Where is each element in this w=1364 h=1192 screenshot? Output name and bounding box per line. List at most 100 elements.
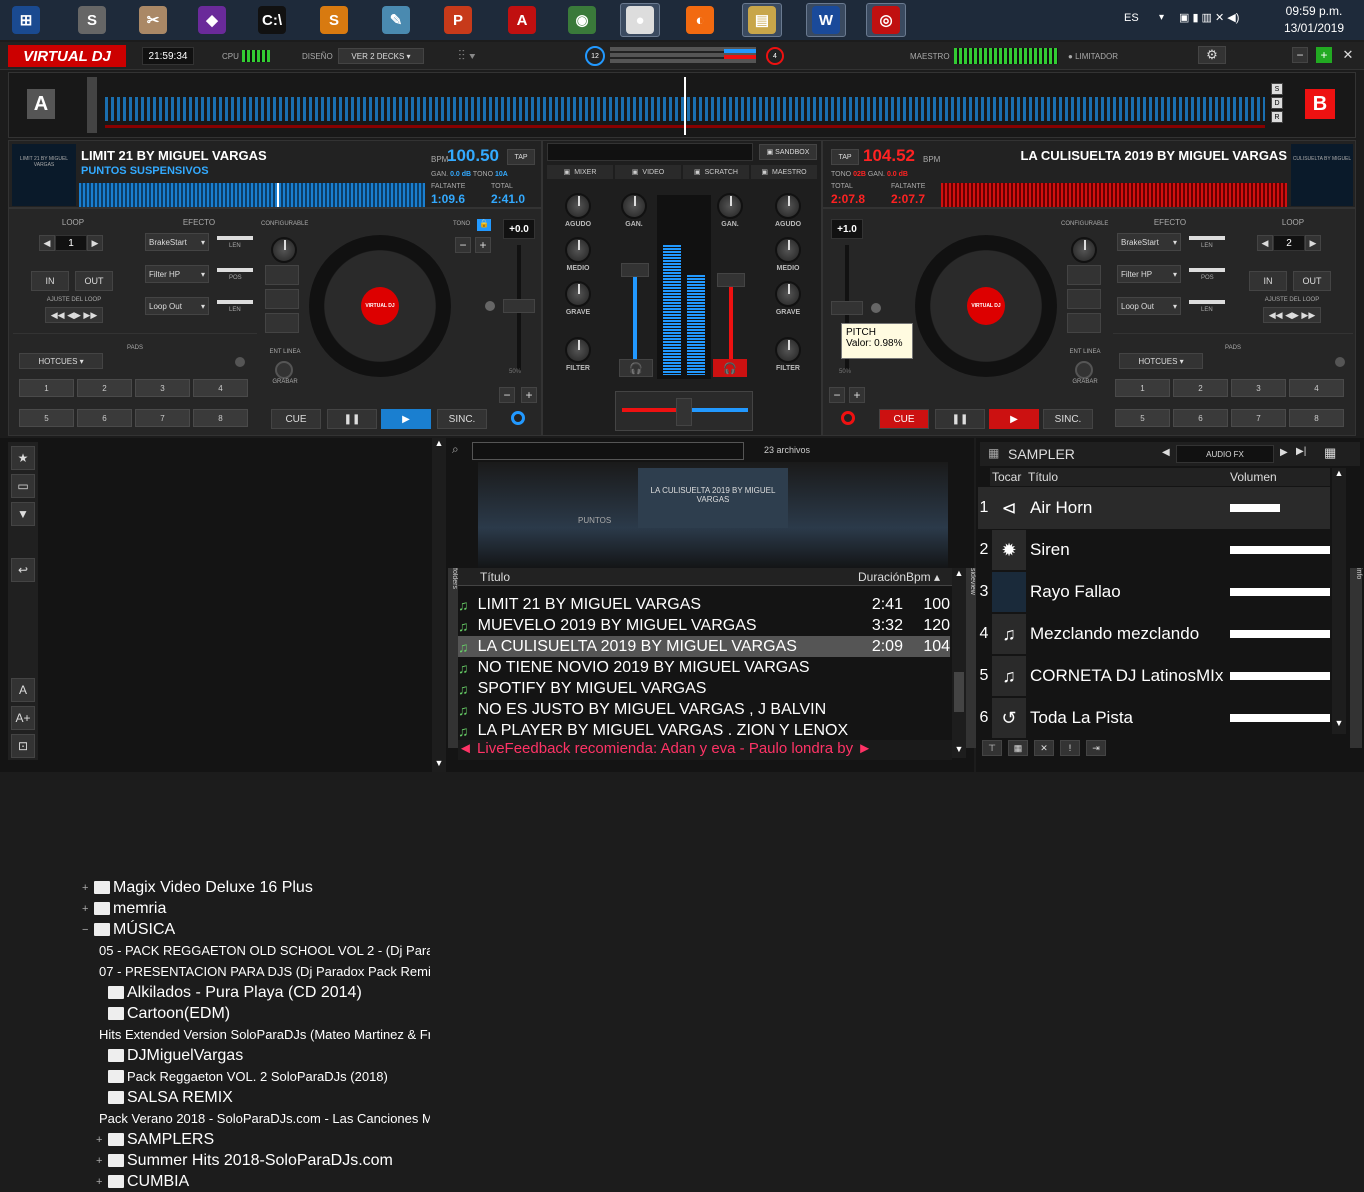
expand-icon[interactable]: + <box>82 882 94 894</box>
sampler-volume-bar[interactable] <box>1230 588 1330 596</box>
deck-a-play-button[interactable]: ▶ <box>381 409 431 429</box>
deck-b-effect-3-slider[interactable] <box>1189 300 1225 304</box>
deck-a-hotcues-dropdown[interactable]: HOTCUES ▾ <box>19 353 103 369</box>
cover-flow[interactable]: LA CULISUELTA 2019 BY MIGUEL VARGAS PUNT… <box>478 462 948 572</box>
deck-a-pads-option-icon[interactable] <box>235 357 245 367</box>
sampler-bank-selector[interactable]: AUDIO FX <box>1176 445 1274 463</box>
waveform-mode-icon[interactable]: ⫶⫶ ▾ <box>458 47 476 64</box>
deck-b-pitch-up-button[interactable]: + <box>849 387 865 403</box>
tracklist-scroll-down-icon[interactable]: ▼ <box>952 744 966 758</box>
deck-a-loop-in-button[interactable]: IN <box>31 271 69 291</box>
deck-b-jog-wheel[interactable]: VIRTUAL DJ <box>915 235 1057 377</box>
deck-b-pitch-down-button[interactable]: − <box>829 387 845 403</box>
deck-a-custom-button-1[interactable] <box>265 265 299 285</box>
deck-b-loop-down-button[interactable]: ◀ <box>1257 235 1273 251</box>
deck-b-label[interactable]: B <box>1305 89 1335 119</box>
deck-a-zoom-slider[interactable] <box>87 77 97 133</box>
folder-item[interactable]: + Summer Hits 2018-SoloParaDJs.com <box>96 1150 430 1171</box>
deck-b-custom-button-2[interactable] <box>1067 289 1101 309</box>
deck-a-gain-knob[interactable] <box>621 193 647 219</box>
deck-a-pitch-slider[interactable] <box>503 299 535 313</box>
sampler-export-icon[interactable]: ⇥ <box>1086 740 1106 756</box>
deck-b-custom-button-3[interactable] <box>1067 313 1101 333</box>
deck-b-loop-adjust-buttons[interactable]: ◀◀ ◀▶ ▶▶ <box>1263 307 1321 323</box>
folder-item[interactable]: + Magix Video Deluxe 16 Plus <box>82 877 430 898</box>
close-button[interactable]: ✕ <box>1340 47 1356 63</box>
track-row[interactable]: ♫ NO TIENE NOVIO 2019 BY MIGUEL VARGAS <box>458 657 950 678</box>
explorer-icon[interactable]: ▤ <box>742 3 782 37</box>
deck-b-loop-in-button[interactable]: IN <box>1249 271 1287 291</box>
scroll-up-icon[interactable]: ▲ <box>432 438 446 452</box>
deck-b-loop-out-button[interactable]: OUT <box>1293 271 1331 291</box>
deck-a-effect-1-slider[interactable] <box>217 236 253 240</box>
livefeedback-bar[interactable]: ◄ LiveFeedback recomienda: Adan y eva - … <box>458 740 952 760</box>
deck-b-play-button[interactable]: ▶ <box>989 409 1039 429</box>
clock-date[interactable]: 13/01/2019 <box>1272 21 1356 35</box>
deck-b-agudo-knob[interactable] <box>775 193 801 219</box>
deck-b-hotcues-dropdown[interactable]: HOTCUES ▾ <box>1119 353 1203 369</box>
deck-a-pause-button[interactable]: ❚❚ <box>327 409 377 429</box>
folder-item[interactable]: Cartoon(EDM) <box>96 1003 430 1024</box>
tray-status-icons[interactable]: ▣ ▮ ▥ ✕ ◀) <box>1179 11 1239 24</box>
deck-a-effect-2-slider[interactable] <box>217 268 253 272</box>
rhythm-waveform-panel[interactable]: A S D R B <box>8 72 1356 138</box>
sandbox-button[interactable]: ▣ SANDBOX <box>759 144 817 160</box>
track-row[interactable]: ♫ LIMIT 21 BY MIGUEL VARGAS 2:41 100 <box>458 594 950 615</box>
sideview-side-tab[interactable]: sideview <box>966 568 976 748</box>
deck-a-pad-8[interactable]: 8 <box>193 409 248 427</box>
deck-a-grave-knob[interactable] <box>565 281 591 307</box>
deck-a-configurable-knob[interactable] <box>271 237 297 263</box>
deck-a-pad-7[interactable]: 7 <box>135 409 190 427</box>
tracklist-scrollbar[interactable]: ▲ ▼ <box>952 568 966 758</box>
folder-item[interactable]: DJMiguelVargas <box>96 1045 430 1066</box>
rewind-icon[interactable]: ↺ <box>992 698 1026 738</box>
deck-a-mini-waveform[interactable] <box>79 183 425 207</box>
font-size-up-icon[interactable]: A+ <box>11 706 35 730</box>
firefox-icon[interactable]: ◐ <box>680 3 720 37</box>
thumbnail-icon[interactable] <box>992 572 1026 612</box>
start-orb-icon[interactable]: ⊞ <box>6 3 46 37</box>
folder-item[interactable]: + SAMPLERS <box>96 1129 430 1150</box>
tracklist-scroll-up-icon[interactable]: ▲ <box>952 568 966 582</box>
deck-a-key-down-button[interactable]: − <box>455 237 471 253</box>
folder-item[interactable]: Alkilados - Pura Playa (CD 2014) <box>96 982 430 1003</box>
air-horn-icon[interactable]: ⊲ <box>992 488 1026 528</box>
deck-a-medio-knob[interactable] <box>565 237 591 263</box>
android-studio-icon[interactable]: ◉ <box>562 3 602 37</box>
deck-b-gain-knob[interactable] <box>717 193 743 219</box>
sampler-scroll-down-icon[interactable]: ▼ <box>1332 718 1346 732</box>
deck-b-line-in-toggle[interactable] <box>1075 361 1093 379</box>
folder-item[interactable]: Pack Verano 2018 - SoloParaDJs.com - Las… <box>96 1108 430 1129</box>
folders-side-tab[interactable]: folders <box>448 568 458 748</box>
deck-a-loop-adjust-buttons[interactable]: ◀◀ ◀▶ ▶▶ <box>45 307 103 323</box>
back-icon[interactable]: ↩ <box>11 558 35 582</box>
acrobat-icon[interactable]: A <box>502 3 542 37</box>
cover-flow-current[interactable]: LA CULISUELTA 2019 BY MIGUEL VARGAS <box>638 468 788 528</box>
folder-item[interactable]: 05 - PACK REGGAETON OLD SCHOOL VOL 2 - (… <box>96 940 430 961</box>
sampler-skip-icon[interactable]: ▶| <box>1296 446 1306 457</box>
display-mode-button[interactable]: D <box>1271 97 1283 109</box>
mixer-tab-video[interactable]: ▣ VIDEO <box>615 165 681 179</box>
tracklist-scroll-thumb[interactable] <box>954 672 964 712</box>
deck-b-headphone-icon[interactable]: 🎧 <box>713 359 747 377</box>
deck-b-effect-3-dropdown[interactable]: Loop Out ▾ <box>1117 297 1181 315</box>
deck-a-effect-1-dropdown[interactable]: BrakeStart ▾ <box>145 233 209 251</box>
deck-b-pad-3[interactable]: 3 <box>1231 379 1286 397</box>
folder-item[interactable]: 07 - PRESENTACION PARA DJS (Dj Paradox P… <box>96 961 430 982</box>
deck-a-loop-down-button[interactable]: ◀ <box>39 235 55 251</box>
mixer-tab-mixer[interactable]: ▣ MIXER <box>547 165 613 179</box>
folder-item[interactable]: − MÚSICA <box>82 919 430 940</box>
col-duration-header[interactable]: Duración <box>858 570 906 584</box>
sampler-slot[interactable]: 4 ♫ Mezclando mezclando <box>978 613 1330 655</box>
maximize-button[interactable]: + <box>1316 47 1332 63</box>
tools-icon[interactable]: ✂ <box>133 3 173 37</box>
search-icon[interactable]: ⌕ <box>452 442 470 460</box>
deck-b-medio-knob[interactable] <box>775 237 801 263</box>
track-row[interactable]: ♫ MUEVELO 2019 BY MIGUEL VARGAS 3:32 120 <box>458 615 950 636</box>
deck-b-effect-2-dropdown[interactable]: Filter HP ▾ <box>1117 265 1181 283</box>
sampler-pads-icon[interactable]: ▦ <box>1008 740 1028 756</box>
deck-b-pitch-reset-icon[interactable] <box>871 303 881 313</box>
layout-icon[interactable]: ⊡ <box>11 734 35 758</box>
sampler-shuffle-icon[interactable]: ✕ <box>1034 740 1054 756</box>
deck-a-pad-5[interactable]: 5 <box>19 409 74 427</box>
